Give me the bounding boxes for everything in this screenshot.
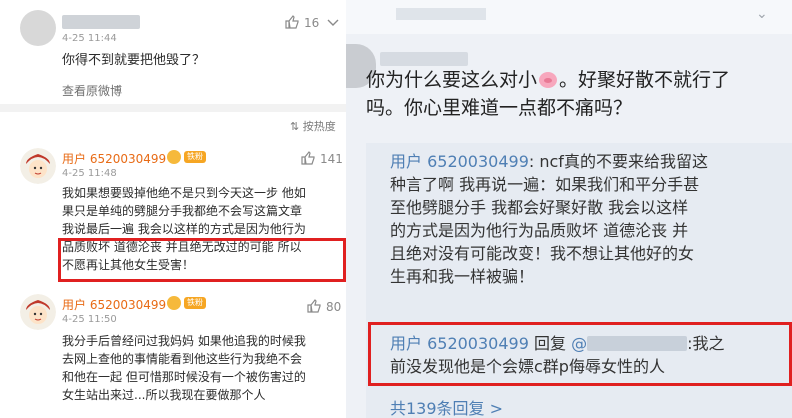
fan-badge: 铁粉 [184,151,206,163]
text-line: 果只是单纯的劈腿分手我都绝不会写这篇文章 [62,204,303,218]
sort-by-hot-button[interactable]: ⇅ 按热度 [290,118,336,134]
username[interactable]: 用户 6520030499 [62,296,166,313]
text-line: 用户 6520030499: ncf真的不要来给我留这 [390,152,708,171]
more-options-button[interactable] [324,14,346,30]
text-line: 女生站出来过...所以我现在要做那个人 [62,388,266,402]
comment-text: 你得不到就要把他毁了？ [62,53,206,68]
reply: 用户 6520030499: ncf真的不要来给我留这 种言了啊 我再说一遍：如… [390,150,786,288]
sort-icon: ⇅ [290,120,303,133]
comment-time: 4-25 11:44 [62,33,117,44]
view-original-link[interactable]: 查看原微博 [62,82,122,99]
text-line: 和他在一起 但可惜那时候没有一个被伤害过的 [62,370,306,384]
avatar[interactable] [20,10,56,46]
reply-username[interactable]: 用户 6520030499 [390,152,529,171]
highlight-box [368,322,792,386]
like-count: 80 [326,300,342,314]
like-button[interactable]: 80 [306,298,341,314]
text-line: 吗。你心里难道一点都不痛吗？ [366,97,633,119]
more-replies-link[interactable]: 共139条回复 > [390,395,503,418]
divider [0,104,352,112]
text-line: 去网上查他的事情能看到他这些行为我绝不会 [62,352,303,366]
blurred-username [62,15,140,29]
left-screenshot-panel: 16 4-25 11:44 你得不到就要把他毁了？ 查看原微博 ⇅ 按热度 用户… [0,0,352,418]
highlight-box [58,238,346,282]
text-line: 我分手后曾经问过我妈妈 如果他追我的时候我 [62,334,306,348]
thumbs-up-icon [307,299,321,313]
like-count: 141 [320,152,343,166]
like-count: 16 [304,16,320,30]
fan-badge: 铁粉 [184,297,206,309]
comment-time: 4-25 11:48 [62,168,117,179]
username[interactable]: 用户 6520030499 [62,150,166,167]
pig-emoji-icon [539,72,558,88]
thumbs-up-icon [285,15,299,29]
text-line: 种言了啊 我再说一遍：如果我们和平分手甚 [390,175,700,194]
text-line: 生再和我一样被骗！ [390,267,535,286]
text-line: 我说最后一遍 我会以这样的方式是因为他行为 [62,222,306,236]
text-line: 我如果想要毁掉他绝不是只到今天这一步 他如 [62,186,306,200]
chevron-down-icon [327,19,339,26]
avatar[interactable] [20,294,56,330]
like-button[interactable]: 141 [300,150,343,166]
cartoon-avatar-icon [20,148,56,184]
member-badge-icon [167,150,181,164]
comment-time: 4-25 11:50 [62,314,117,325]
right-screenshot-panel: ⌄ 你为什么要这么对小 。好聚好散不就行了 吗。你心里难道一点都不痛吗？ 用户 6… [346,0,792,418]
text-line: 至他劈腿分手 我都会好聚好散 我会以这样 [390,198,689,217]
avatar[interactable] [20,148,56,184]
thumbs-up-icon [301,151,315,165]
more-options-icon[interactable]: ⌄ [756,6,768,22]
text-line: 的方式是因为他行为品质败坏 道德沦丧 并 [390,221,689,240]
member-badge-icon [167,296,181,310]
comment-text: 我分手后曾经问过我妈妈 如果他追我的时候我 去网上查他的事情能看到他这些行为我绝… [62,332,344,404]
blurred-text [396,8,486,20]
text-line: 且绝对没有可能改变！我不想让其他好的女 [390,244,695,263]
like-button[interactable]: 16 [284,14,319,30]
cartoon-avatar-icon [20,294,56,330]
main-comment-text: 你为什么要这么对小 。好聚好散不就行了 吗。你心里难道一点都不痛吗？ [366,66,786,122]
text-line: 你为什么要这么对小 。好聚好散不就行了 [366,69,731,91]
blurred-username [380,52,468,66]
